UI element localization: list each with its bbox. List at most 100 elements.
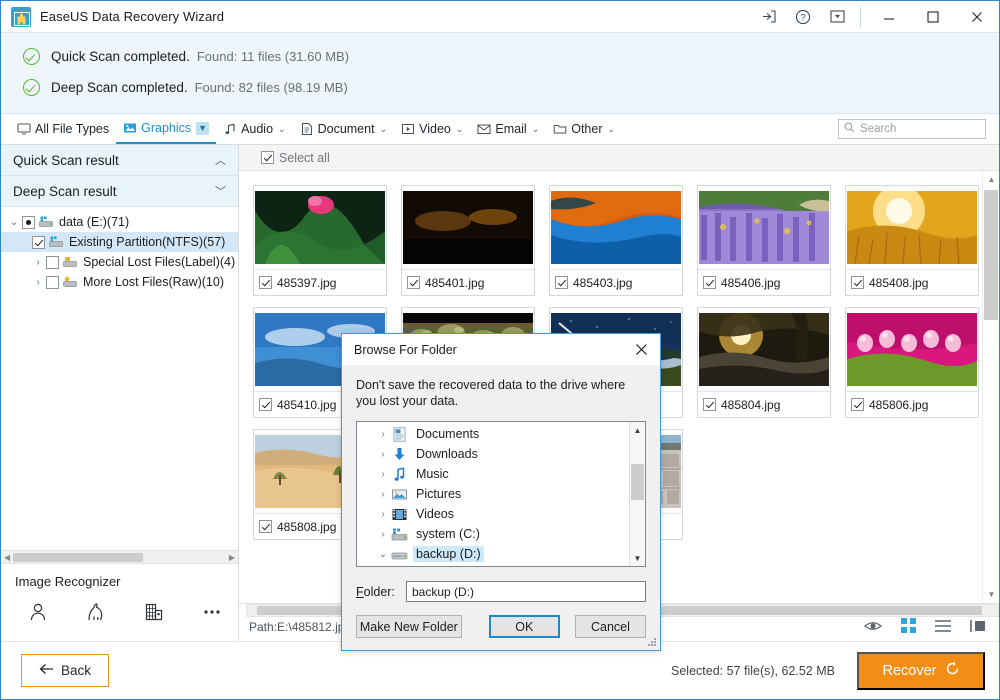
more-options-icon[interactable] (201, 601, 223, 628)
file-path-text: Path:E:\485812.jpg (249, 620, 351, 634)
tab-all-file-types[interactable]: All File Types (10, 114, 116, 144)
folder-row-videos[interactable]: › Videos (357, 504, 629, 524)
tab-email[interactable]: Email ⌄ (470, 114, 546, 144)
sidebar-section-deep-scan[interactable]: Deep Scan result ﹀ (1, 176, 238, 207)
tree-node-more-lost-files[interactable]: › More Lost Files(Raw)(10) (1, 272, 238, 292)
scroll-down-arrow-icon[interactable]: ▼ (983, 586, 999, 603)
resize-grip[interactable] (647, 638, 657, 648)
file-tile[interactable]: 485403.jpg (549, 185, 683, 296)
scrollbar-thumb[interactable] (631, 464, 644, 500)
scroll-right-arrow-icon[interactable]: ▶ (229, 553, 235, 562)
expander-right-icon[interactable]: › (375, 429, 391, 440)
chevron-down-icon[interactable]: ⌄ (456, 125, 464, 134)
folder-row-pictures[interactable]: › Pictures (357, 484, 629, 504)
file-tile[interactable]: 485806.jpg (845, 307, 979, 418)
cancel-button[interactable]: Cancel (575, 615, 646, 638)
tree-checkbox[interactable] (46, 276, 59, 289)
details-pane-icon[interactable] (970, 619, 986, 638)
file-tile[interactable]: 485406.jpg (697, 185, 831, 296)
scrollbar-thumb[interactable] (13, 553, 143, 562)
file-checkbox[interactable] (259, 276, 272, 289)
file-tile[interactable]: 485408.jpg (845, 185, 979, 296)
document-icon (300, 122, 314, 136)
tree-checkbox[interactable] (22, 216, 35, 229)
grid-vertical-scrollbar[interactable]: ▲ ▼ (982, 171, 999, 603)
file-tile[interactable]: 485804.jpg (697, 307, 831, 418)
list-view-icon[interactable] (935, 619, 951, 638)
file-checkbox[interactable] (703, 398, 716, 411)
file-checkbox[interactable] (703, 276, 716, 289)
tree-checkbox[interactable] (32, 236, 45, 249)
expander-right-icon[interactable]: › (375, 449, 391, 460)
scroll-down-arrow-icon[interactable]: ▼ (630, 550, 645, 566)
folder-row-system-c[interactable]: › system (C:) (357, 524, 629, 544)
tab-graphics[interactable]: Graphics ▼ (116, 114, 216, 144)
tree-node-existing-partition[interactable]: Existing Partition(NTFS)(57) (1, 232, 238, 252)
close-button[interactable] (955, 1, 999, 33)
scroll-up-arrow-icon[interactable]: ▲ (983, 171, 999, 188)
file-checkbox[interactable] (407, 276, 420, 289)
expander-right-icon[interactable]: › (375, 489, 391, 500)
menu-dropdown-icon[interactable] (820, 1, 854, 33)
folder-row-music[interactable]: › Music (357, 464, 629, 484)
building-recognizer-icon[interactable] (143, 601, 165, 628)
file-checkbox[interactable] (851, 276, 864, 289)
scroll-left-arrow-icon[interactable]: ◀ (4, 553, 10, 562)
sidebar-section-quick-scan[interactable]: Quick Scan result ︿ (1, 145, 238, 176)
select-all-checkbox[interactable] (261, 151, 274, 164)
minimize-button[interactable] (867, 1, 911, 33)
tree-checkbox[interactable] (46, 256, 59, 269)
tab-audio[interactable]: Audio ⌄ (216, 114, 293, 144)
folder-input[interactable] (406, 581, 646, 602)
expander-down-icon[interactable]: ⌄ (7, 217, 21, 228)
expander-right-icon[interactable]: › (375, 469, 391, 480)
expander-down-icon[interactable]: ⌄ (375, 549, 391, 560)
scroll-up-arrow-icon[interactable]: ▲ (630, 422, 645, 438)
chevron-down-icon[interactable]: ⌄ (608, 125, 616, 134)
back-button-label: Back (61, 663, 91, 678)
grid-view-icon[interactable] (901, 618, 916, 638)
recover-button[interactable]: Recover (857, 652, 985, 690)
folder-row-backup-d[interactable]: ⌄ backup (D:) (357, 544, 629, 564)
search-input[interactable] (860, 123, 980, 135)
folder-tree-scrollbar[interactable]: ▲ ▼ (629, 422, 645, 566)
folder-row-pictures-label: Pictures (413, 486, 464, 502)
folder-row-documents[interactable]: › Documents (357, 424, 629, 444)
folder-field-label: Folder: (356, 585, 406, 599)
search-box[interactable] (838, 119, 986, 139)
tab-video[interactable]: Video ⌄ (394, 114, 470, 144)
file-checkbox[interactable] (555, 276, 568, 289)
chevron-down-icon[interactable]: ⌄ (380, 125, 388, 134)
expander-right-icon[interactable]: › (31, 277, 45, 288)
export-icon[interactable] (752, 1, 786, 33)
scrollbar-thumb[interactable] (984, 190, 998, 320)
chevron-down-icon[interactable]: ▼ (196, 122, 209, 135)
animal-recognizer-icon[interactable] (85, 601, 107, 628)
folder-row-child-partial[interactable] (357, 564, 629, 566)
folder-row-downloads[interactable]: › Downloads (357, 444, 629, 464)
file-tile[interactable]: 485401.jpg (401, 185, 535, 296)
file-type-filter-bar: All File Types Graphics ▼ Audio ⌄ Docume… (1, 114, 999, 145)
help-icon[interactable]: ? (786, 1, 820, 33)
file-tile[interactable]: 485397.jpg (253, 185, 387, 296)
expander-right-icon[interactable]: › (375, 509, 391, 520)
expander-right-icon[interactable]: › (375, 529, 391, 540)
person-recognizer-icon[interactable] (27, 601, 49, 628)
maximize-button[interactable] (911, 1, 955, 33)
preview-eye-icon[interactable] (864, 619, 882, 638)
tree-node-data-drive[interactable]: ⌄ data (E:)(71) (1, 212, 238, 232)
tab-document[interactable]: Document ⌄ (293, 114, 395, 144)
back-button[interactable]: Back (21, 654, 109, 687)
file-checkbox[interactable] (259, 398, 272, 411)
chevron-down-icon[interactable]: ⌄ (532, 125, 540, 134)
ok-button[interactable]: OK (489, 615, 560, 638)
close-icon[interactable] (622, 334, 660, 365)
file-checkbox[interactable] (259, 520, 272, 533)
expander-right-icon[interactable]: › (31, 257, 45, 268)
tab-other[interactable]: Other ⌄ (546, 114, 622, 144)
sidebar-horizontal-scrollbar[interactable]: ◀ ▶ (1, 550, 238, 563)
chevron-down-icon[interactable]: ⌄ (278, 125, 286, 134)
make-new-folder-button[interactable]: Make New Folder (356, 615, 462, 638)
file-checkbox[interactable] (851, 398, 864, 411)
tree-node-special-lost-files[interactable]: › Special Lost Files(Label)(4) (1, 252, 238, 272)
